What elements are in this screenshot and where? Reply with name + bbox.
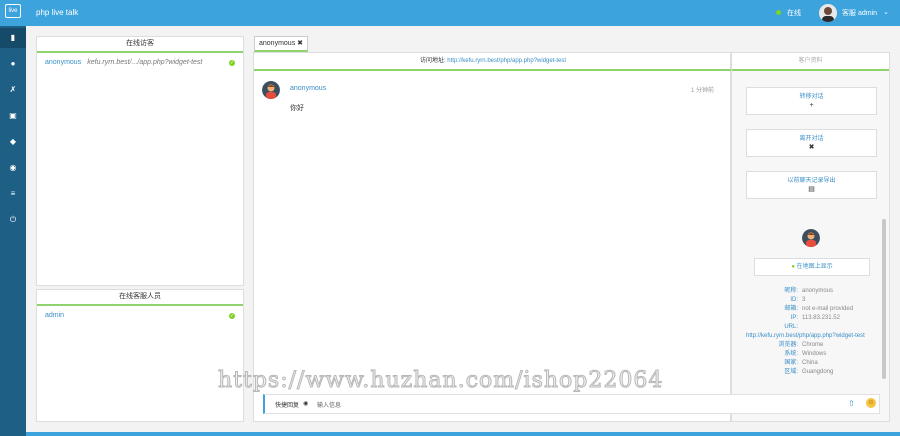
tag-icon[interactable]: ◆ <box>0 132 26 152</box>
close-icon[interactable]: ✖ <box>297 40 303 47</box>
chat-icon[interactable]: ▮ <box>0 28 26 48</box>
camera-icon[interactable]: ◉ <box>303 400 308 407</box>
info-row-browser: 浏览器: Chrome <box>778 342 824 348</box>
close-icon: ✖ <box>808 144 815 151</box>
staff-panel-title: 在线客服人员 <box>37 290 243 306</box>
info-row-nickname: 昵称: anonymous <box>784 288 834 294</box>
info-row-email: 邮箱: not e-mail provided <box>784 306 854 312</box>
user-name[interactable]: 客服 admin <box>842 8 877 18</box>
online-status-dot <box>776 10 781 15</box>
user-avatar[interactable] <box>819 4 837 22</box>
tab-anonymous[interactable]: anonymous ✖ <box>254 36 309 52</box>
staff-list-item[interactable]: admin ✓ <box>37 310 243 322</box>
export-history-label: 以前聊天记录导出 <box>787 178 836 184</box>
watermark: https://www.huzhan.com/ishop22064 <box>217 368 664 394</box>
check-icon: ✓ <box>229 313 235 319</box>
visitor-list-item[interactable]: anonymous kefu.ryrn.best/.../app.php?widg… <box>37 57 243 69</box>
bottom-accent-line <box>26 432 900 436</box>
info-row-id: ID: 3 <box>790 297 806 303</box>
document-icon: ▤ <box>808 186 815 193</box>
visitors-panel: 在线访客 anonymous kefu.ryrn.best/.../app.php… <box>36 36 244 286</box>
app-logo[interactable]: live <box>5 4 21 18</box>
transfer-chat-button[interactable]: 转移对话 + <box>746 87 877 115</box>
image-icon[interactable]: ▣ <box>0 106 26 126</box>
staff-panel: 在线客服人员 admin ✓ <box>36 289 244 422</box>
customer-info-title: 客户资料 <box>732 53 889 71</box>
customer-info-panel: 客户资料 转移对话 + 离开对话 ✖ 以前聊天记录导出 ▤ ● 在地图上显示 昵… <box>731 52 890 422</box>
power-icon[interactable]: ⏻ <box>0 210 26 230</box>
wrench-icon[interactable]: ✗ <box>0 80 26 100</box>
app-title: php live talk <box>36 8 79 17</box>
chevron-down-icon[interactable]: ⌄ <box>883 8 889 16</box>
online-status-text[interactable]: 在线 <box>787 8 801 18</box>
visitor-name[interactable]: anonymous <box>45 59 81 66</box>
info-row-url[interactable]: http://kefu.ryrn.best/php/app.php?widget… <box>746 332 891 341</box>
map-marker-icon[interactable]: ● <box>0 54 26 74</box>
message-time: 1 分钟前 <box>690 88 714 94</box>
list-icon[interactable]: ≡ <box>0 184 26 204</box>
visitors-panel-title: 在线访客 <box>37 37 243 53</box>
staff-name[interactable]: admin <box>45 312 64 319</box>
message-input-bar[interactable]: 快捷回复 ◉ 输入信息 ⇧ ☺ <box>263 394 880 414</box>
leave-chat-button[interactable]: 离开对话 ✖ <box>746 129 877 157</box>
customer-avatar <box>802 229 820 247</box>
left-icon-rail: ▮ ● ✗ ▣ ◆ ◉ ≡ ⏻ <box>0 26 26 436</box>
tab-label: anonymous <box>259 40 296 47</box>
visitor-url: kefu.ryrn.best/.../app.php?widget-test <box>87 59 203 66</box>
info-scrollbar[interactable] <box>882 219 886 379</box>
map-marker-icon: ● <box>791 264 795 270</box>
visit-address-label: 访问地址: <box>419 58 446 64</box>
info-row-ip: IP: 113.83.231.52 <box>790 315 840 321</box>
check-icon: ✓ <box>229 60 235 66</box>
chat-panel: 访问地址: http://kefu.ryrn.best/php/app.php?… <box>253 52 732 422</box>
visit-address-link[interactable]: http://kefu.ryrn.best/php/app.php?widget… <box>447 58 566 64</box>
info-row-os: 系统: Windows <box>784 351 827 357</box>
info-row-region: 区域: Guangdong <box>784 369 834 375</box>
transfer-chat-label: 转移对话 <box>799 94 824 100</box>
info-row-url-label: URL: <box>784 324 798 330</box>
message-sender: anonymous <box>290 85 327 92</box>
show-on-map-button[interactable]: ● 在地图上显示 <box>754 258 870 276</box>
eye-icon[interactable]: ◉ <box>0 158 26 178</box>
message-input[interactable]: 输入信息 <box>317 400 341 409</box>
leave-chat-label: 离开对话 <box>799 136 824 142</box>
message-avatar <box>262 81 280 99</box>
show-on-map-label: 在地图上显示 <box>796 264 833 270</box>
quick-reply-label[interactable]: 快捷回复 <box>275 400 299 409</box>
message-text: 你好 <box>290 105 304 112</box>
emoji-icon[interactable]: ☺ <box>866 398 876 408</box>
visit-address-bar: 访问地址: http://kefu.ryrn.best/php/app.php?… <box>254 53 732 71</box>
info-row-country: 国家: China <box>784 360 818 366</box>
plus-icon: + <box>809 102 814 109</box>
export-history-button[interactable]: 以前聊天记录导出 ▤ <box>746 171 877 199</box>
upload-icon[interactable]: ⇧ <box>848 399 855 408</box>
top-bar: live php live talk 在线 客服 admin ⌄ <box>0 0 900 26</box>
